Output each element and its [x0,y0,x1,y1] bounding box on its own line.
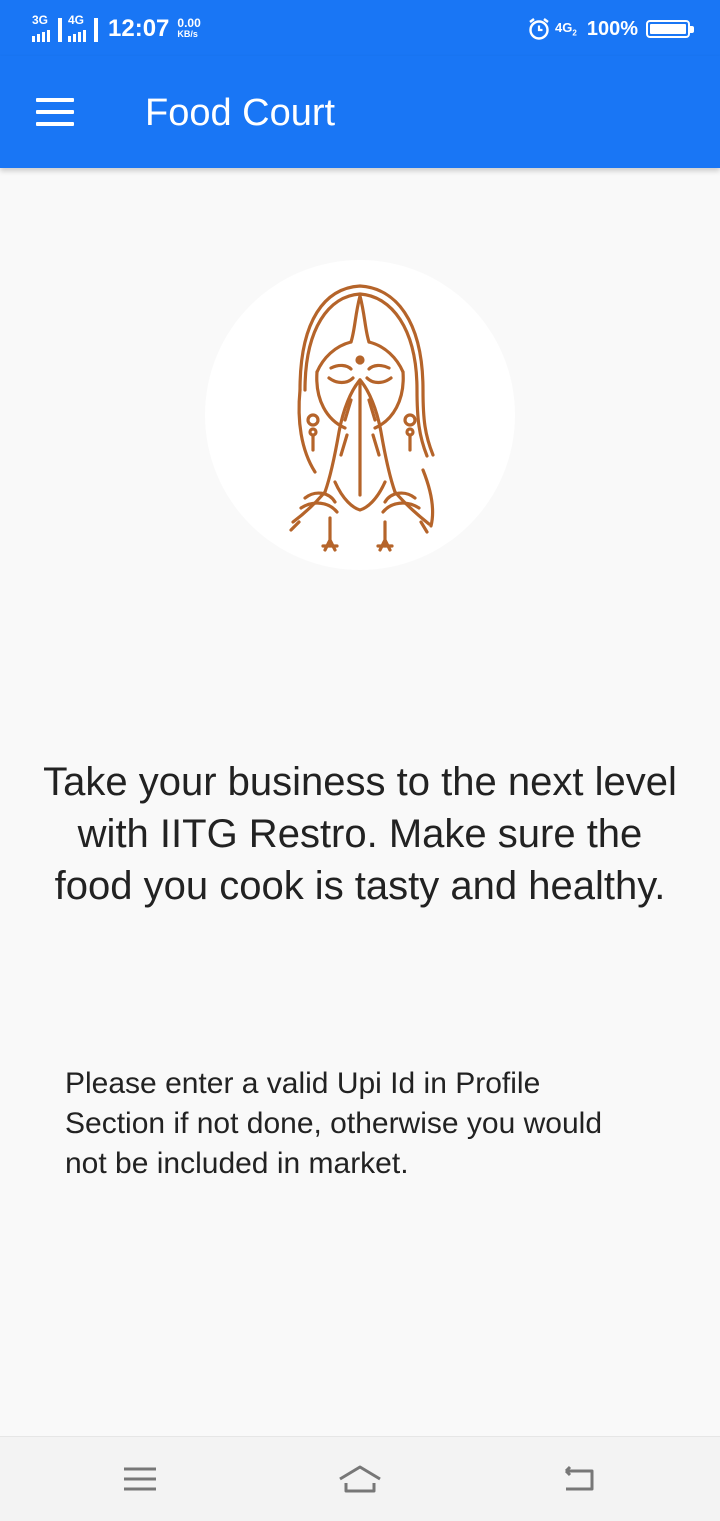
hamburger-menu-icon[interactable] [36,98,76,126]
menu-lines-icon[interactable] [118,1459,162,1499]
app-bar: Food Court [0,56,720,168]
home-icon[interactable] [338,1459,382,1499]
clock: 12:07 [108,15,170,42]
logo [205,260,515,570]
signal-1-icon: 3G [32,14,64,44]
battery-percent: 100% [586,17,638,40]
app-title: Food Court [145,92,336,134]
namaste-woman-illustration [289,284,435,552]
network-1-label: 3G [32,13,49,27]
signal-2-icon: 4G [68,14,100,44]
system-nav-bar [0,1436,720,1521]
headline: Take your business to the next level wit… [43,760,677,908]
alarm-icon [529,18,549,40]
upi-notice: Please enter a valid Upi Id in Profile S… [65,1067,602,1180]
network-2-label: 4G [68,13,85,27]
battery-icon [646,20,694,38]
network-speed: 0.00 KB/s [177,16,201,40]
status-right: 4G2 100% [527,14,694,44]
speed-value: 0.00 [177,16,201,30]
speed-unit: KB/s [177,29,198,39]
status-left: 3G 4G 12:07 0.00 KB/s [32,12,201,46]
network-right-label: 4G2 [555,20,577,38]
back-arrow-icon[interactable] [556,1459,600,1499]
status-bar: 3G 4G 12:07 0.00 KB/s 4G2 100% [0,0,720,56]
